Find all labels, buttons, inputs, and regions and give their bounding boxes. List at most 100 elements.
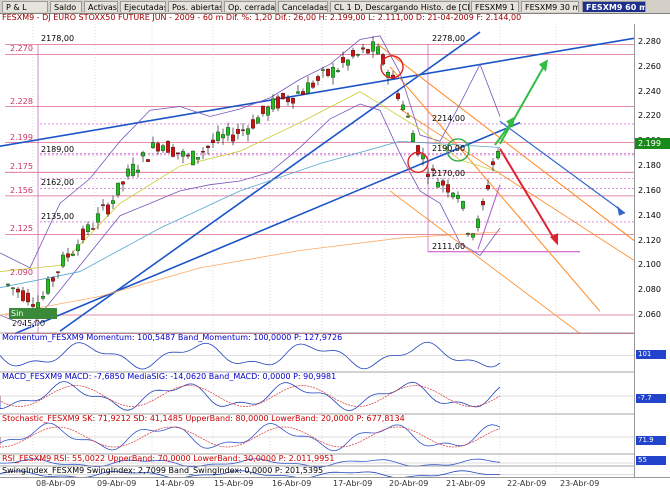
- chart-header: FESXM9 - DJ EURO STOXX50 FUTURE JUN - 20…: [2, 13, 522, 22]
- candle-down: [206, 145, 210, 148]
- candle-up: [96, 213, 100, 223]
- candle-down: [341, 57, 345, 63]
- candle-down: [441, 180, 445, 186]
- candle-down: [241, 129, 245, 131]
- candle-down: [231, 134, 235, 142]
- price-axis-label: 2.160: [638, 185, 661, 195]
- candle-down: [16, 288, 20, 293]
- candle-up: [466, 233, 470, 235]
- candle-down: [311, 82, 315, 88]
- price-axis-label: 2.240: [638, 86, 661, 96]
- indicator-value-badge: -7.7: [636, 394, 666, 403]
- candle-down: [31, 304, 35, 307]
- tab-5[interactable]: Op. cerradas: [224, 1, 276, 12]
- price-level-label: 2135,00: [41, 211, 75, 221]
- candle-down: [301, 91, 305, 95]
- level-label-left: 2.228: [10, 96, 33, 106]
- candle-up: [436, 182, 440, 188]
- tab-8[interactable]: FESXM9 1 D: [471, 1, 519, 12]
- tab-3[interactable]: Ejecutadas: [120, 1, 166, 12]
- candle-up: [336, 70, 340, 72]
- time-axis-label: 21-Abr-09: [446, 479, 486, 488]
- price-axis-label: 2.140: [638, 210, 661, 220]
- price-chart[interactable]: [0, 24, 634, 478]
- price-level-label: 2278,00: [432, 34, 466, 44]
- candle-down: [91, 228, 95, 230]
- candle-up: [496, 151, 500, 159]
- price-level-label: 2111,00: [432, 241, 466, 251]
- candle-down: [146, 159, 150, 162]
- candle-down: [396, 93, 400, 99]
- candle-up: [371, 41, 375, 52]
- candle-up: [131, 163, 135, 176]
- price-axis-label: 2.280: [638, 37, 661, 46]
- tab-0[interactable]: P & L: [2, 1, 48, 12]
- candle-up: [161, 145, 165, 151]
- indicator-value-badge: 55: [636, 456, 666, 465]
- price-level-label: 2170,00: [432, 168, 466, 178]
- candle-up: [331, 67, 335, 78]
- candle-up: [266, 106, 270, 116]
- indicator-value-badge: 101: [636, 350, 666, 359]
- candle-down: [261, 105, 265, 114]
- price-axis-label: 2.080: [638, 285, 661, 295]
- price-axis-label: 2.120: [638, 235, 661, 245]
- candle-down: [361, 47, 365, 50]
- time-axis-label: 17-Abr-09: [333, 479, 373, 488]
- candle-down: [366, 49, 370, 54]
- candle-up: [346, 59, 350, 66]
- candle-up: [376, 46, 380, 55]
- price-axis-label: 2.100: [638, 260, 661, 270]
- candle-down: [156, 143, 160, 152]
- tab-4[interactable]: Pos. abiertas: [168, 1, 222, 12]
- time-axis-label: 16-Abr-09: [272, 479, 312, 488]
- candle-up: [71, 253, 75, 256]
- tab-1[interactable]: Saldo: [50, 1, 82, 12]
- price-level-label: 2189,00: [41, 144, 75, 154]
- sin-ordenes-badge[interactable]: Sin Órdenes: [9, 308, 57, 329]
- candle-up: [306, 82, 310, 94]
- candle-up: [321, 69, 325, 71]
- indicator-label-2: Stochastic_FESXM9 SK: 71,9212 SD: 41,148…: [2, 414, 405, 423]
- candle-up: [356, 54, 360, 56]
- time-axis-label: 20-Abr-09: [389, 479, 429, 488]
- candle-up: [76, 244, 80, 252]
- tab-2[interactable]: Activas: [84, 1, 118, 12]
- candle-down: [481, 201, 485, 206]
- candle-down: [286, 97, 290, 103]
- tab-10[interactable]: FESXM9 60 m: [582, 1, 646, 12]
- time-axis-label: 23-Abr-09: [560, 479, 600, 488]
- candle-down: [316, 76, 320, 81]
- tab-bar: P & L Saldo Activas Ejecutadas Pos. abiertas…: [0, 0, 670, 14]
- candle-up: [136, 169, 140, 173]
- candle-down: [291, 97, 295, 104]
- candle-up: [141, 152, 145, 157]
- tab-9[interactable]: FESXM9 30 m: [521, 1, 579, 12]
- candle-up: [61, 254, 65, 267]
- level-label-left: 2.156: [10, 185, 33, 195]
- candle-up: [6, 283, 10, 286]
- candle-down: [326, 68, 330, 76]
- tab-7[interactable]: CL 1 D, Descargando Histo. de [CL]: [330, 1, 470, 12]
- candle-down: [81, 228, 85, 241]
- level-label-left: 2.090: [10, 267, 33, 277]
- candle-up: [181, 151, 185, 157]
- candle-up: [476, 218, 480, 228]
- candle-down: [171, 147, 175, 157]
- time-axis-label: 22-Abr-09: [507, 479, 547, 488]
- candle-down: [121, 181, 125, 185]
- tab-6[interactable]: Canceladas: [278, 1, 328, 12]
- candle-up: [11, 287, 15, 289]
- candle-up: [401, 104, 405, 110]
- candle-up: [196, 157, 200, 160]
- candle-up: [151, 142, 155, 149]
- candle-up: [226, 127, 230, 136]
- time-axis-label: 15-Abr-09: [214, 479, 254, 488]
- price-level-label: 2190,00: [432, 143, 466, 153]
- indicator-label-3: RSI_FESXM9 RSI: 55,0022 UpperBand: 70,00…: [2, 454, 335, 463]
- candle-down: [486, 185, 490, 190]
- candle-up: [216, 131, 220, 141]
- candle-down: [281, 93, 285, 100]
- indicator-label-1: MACD_FESXM9 MACD: -7,6850 MediaSIG: -14,…: [2, 372, 337, 381]
- price-level-label: 2162,00: [41, 178, 75, 188]
